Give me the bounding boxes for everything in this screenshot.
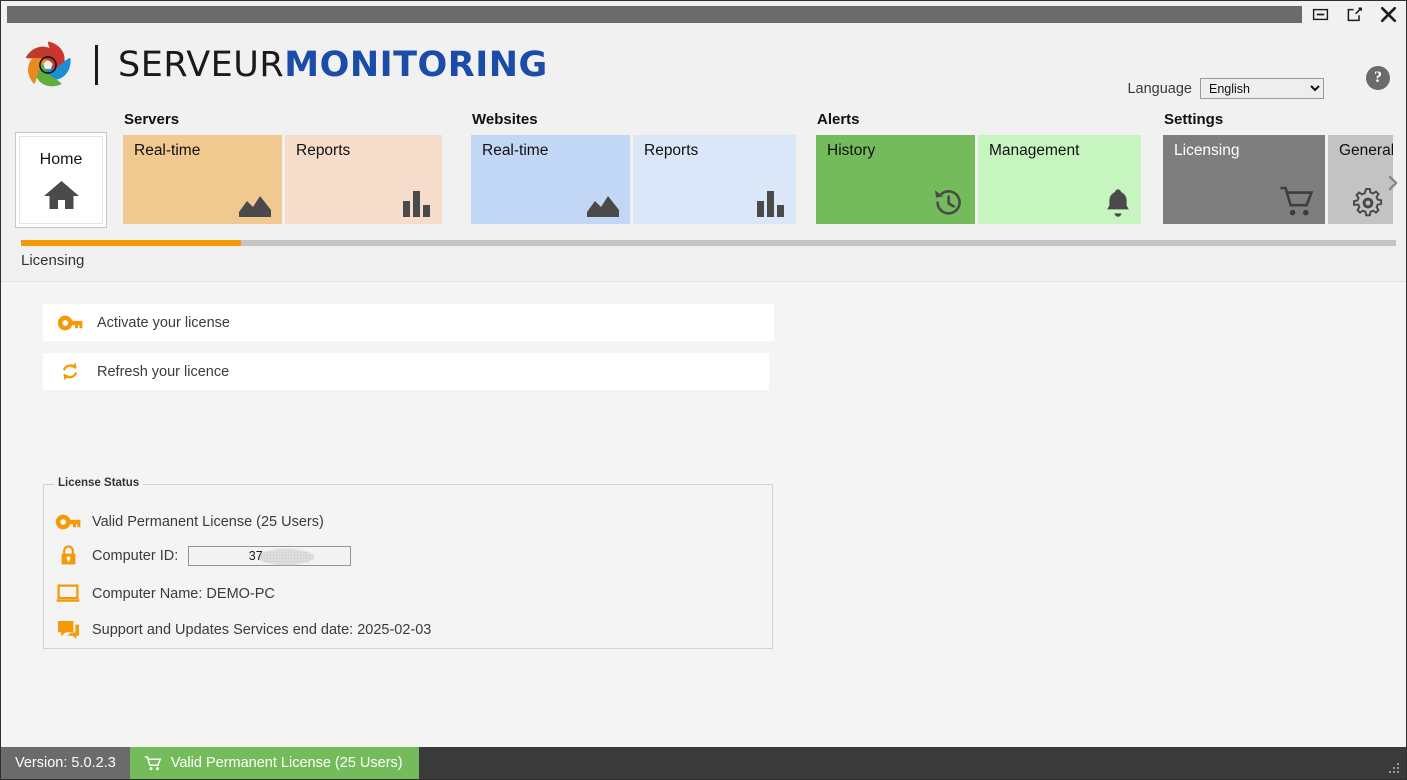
ribbon-toolbar: Home Servers Real-time Reports Websites Real…	[1, 107, 1406, 240]
ribbon-tile-label: Real-time	[134, 142, 201, 159]
ribbon-group-settings: Settings Licensing General	[1163, 111, 1393, 224]
ribbon-group-tiles: Real-time Reports	[471, 135, 796, 224]
ribbon-scroll-right-button[interactable]	[1386, 173, 1400, 198]
restore-button[interactable]	[1344, 5, 1364, 25]
support-end-text: Support and Updates Services end date: 2…	[92, 622, 432, 638]
language-selector: Language English	[1127, 78, 1324, 99]
ribbon-group-title: Websites	[472, 111, 538, 128]
area-chart-icon	[238, 192, 272, 218]
computer-id-input[interactable]: 37	[188, 545, 352, 566]
ribbon-tile-reports[interactable]: Reports	[633, 135, 796, 224]
ribbon-tile-label: Reports	[296, 142, 351, 159]
accent-progress-row	[1, 240, 1406, 248]
title-bar	[1, 1, 1406, 28]
shopping-cart-icon	[1279, 186, 1315, 218]
computer-id-row: Computer ID: 37	[44, 545, 352, 566]
ribbon-tile-general[interactable]: General	[1328, 135, 1393, 224]
page-title: Licensing	[21, 252, 85, 269]
computer-id-value: 37	[248, 548, 263, 563]
title-bar-drag-area[interactable]	[7, 6, 1302, 23]
ribbon-tile-real-time[interactable]: Real-time	[471, 135, 630, 224]
computer-id-label: Computer ID:	[92, 547, 179, 564]
gear-icon	[1353, 188, 1383, 218]
refresh-license-row[interactable]: Refresh your licence	[43, 353, 769, 390]
monitor-icon	[44, 584, 92, 603]
support-end-row: Support and Updates Services end date: 2…	[44, 620, 431, 640]
shopping-cart-icon	[144, 755, 162, 771]
brand: SERVEURMONITORING	[15, 34, 548, 96]
language-label: Language	[1127, 80, 1192, 97]
ribbon-group-alerts: Alerts History Management	[816, 111, 1141, 224]
status-license-badge[interactable]: Valid Permanent License (25 Users)	[129, 747, 419, 779]
ribbon-tile-label: Management	[989, 142, 1080, 159]
home-icon	[20, 179, 102, 211]
ribbon-tile-label: History	[827, 142, 876, 159]
ribbon-tile-history[interactable]: History	[816, 135, 975, 224]
status-license-text: Valid Permanent License (25 Users)	[170, 755, 403, 771]
ribbon-group-tiles: History Management	[816, 135, 1141, 224]
ribbon-tile-label: Real-time	[482, 142, 549, 159]
computer-name-text: Computer Name: DEMO-PC	[92, 585, 275, 602]
refresh-license-label: Refresh your licence	[97, 363, 230, 380]
ribbon-tile-label: General	[1339, 142, 1393, 159]
license-status-legend: License Status	[54, 477, 144, 489]
history-clock-icon	[933, 188, 965, 218]
bell-icon	[1105, 188, 1131, 218]
license-validity-row: Valid Permanent License (25 Users)	[44, 514, 324, 530]
ribbon-tile-reports[interactable]: Reports	[285, 135, 442, 224]
accent-progress-track	[21, 240, 1396, 246]
language-dropdown[interactable]: English	[1200, 78, 1324, 99]
ribbon-groups: Servers Real-time Reports Websites Real-time…	[123, 107, 1406, 240]
refresh-icon	[43, 361, 97, 382]
license-status-group: License Status Valid Permanent License (…	[43, 477, 773, 649]
app-logo-icon	[25, 41, 71, 87]
brand-primary-text: SERVEUR	[118, 45, 285, 85]
application-window: SERVEURMONITORING Language English ? Hom…	[0, 0, 1407, 780]
brand-title: SERVEURMONITORING	[118, 45, 548, 85]
home-tile-label: Home	[39, 151, 83, 168]
content-area: Activate your license Refresh your licen…	[1, 281, 1406, 747]
close-button[interactable]	[1378, 5, 1398, 25]
minimize-button[interactable]	[1310, 5, 1330, 25]
lock-icon	[44, 545, 92, 566]
ribbon-group-tiles: Real-time Reports	[123, 135, 442, 224]
bar-chart-icon	[402, 190, 432, 218]
ribbon-tile-management[interactable]: Management	[978, 135, 1141, 224]
ribbon-tile-real-time[interactable]: Real-time	[123, 135, 282, 224]
ribbon-group-title: Settings	[1164, 111, 1224, 128]
computer-name-row: Computer Name: DEMO-PC	[44, 584, 275, 603]
area-chart-icon	[586, 192, 620, 218]
status-bar: Version: 5.0.2.3 Valid Permanent License…	[1, 747, 1406, 779]
app-header: SERVEURMONITORING Language English ?	[1, 28, 1406, 107]
brand-divider	[95, 45, 98, 85]
help-button[interactable]: ?	[1366, 66, 1390, 90]
resize-grip[interactable]	[1389, 763, 1401, 775]
ribbon-group-title: Alerts	[817, 111, 860, 128]
window-controls	[1310, 1, 1398, 28]
ribbon-group-websites: Websites Real-time Reports	[471, 111, 796, 224]
computer-id-redaction	[257, 548, 314, 565]
license-validity-text: Valid Permanent License (25 Users)	[92, 514, 324, 530]
ribbon-group-tiles: Licensing General	[1163, 135, 1393, 224]
ribbon-tile-label: Reports	[644, 142, 699, 159]
version-label: Version: 5.0.2.3	[1, 747, 130, 779]
bar-chart-icon	[756, 190, 786, 218]
ribbon-group-title: Servers	[124, 111, 180, 128]
ribbon-tile-label: Licensing	[1174, 142, 1240, 159]
key-icon	[44, 514, 92, 530]
activate-license-label: Activate your license	[97, 314, 230, 331]
key-icon	[43, 315, 97, 331]
accent-progress-fill	[21, 240, 241, 246]
ribbon-tile-licensing[interactable]: Licensing	[1163, 135, 1325, 224]
home-tile[interactable]: Home	[15, 132, 107, 228]
ribbon-group-servers: Servers Real-time Reports	[123, 111, 442, 224]
page-title-row: Licensing	[1, 248, 1406, 281]
brand-secondary-text: MONITORING	[284, 45, 548, 85]
activate-license-row[interactable]: Activate your license	[43, 304, 774, 341]
speech-bubble-icon	[44, 620, 92, 640]
